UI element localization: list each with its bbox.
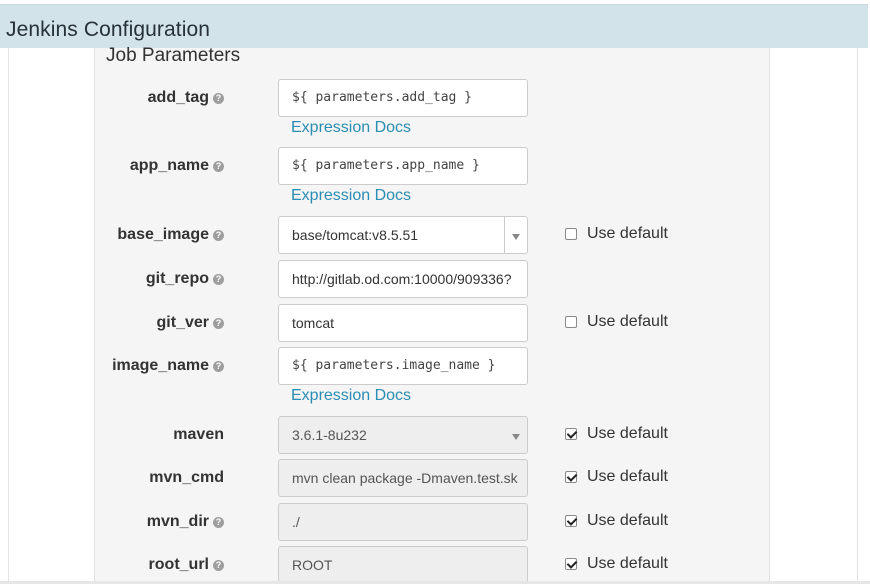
help-icon[interactable]: ? <box>213 161 224 172</box>
help-icon[interactable]: ? <box>213 93 224 104</box>
param-label-text: maven <box>173 426 224 443</box>
use-default-label: Use default <box>587 313 668 330</box>
select-value: 3.6.1-8u232 <box>292 427 367 443</box>
param-label-text: image_name <box>112 357 209 374</box>
use-default-label: Use default <box>587 225 668 242</box>
help-icon[interactable]: ? <box>213 361 224 372</box>
param-label-text: add_tag <box>147 89 209 106</box>
param-label: git_ver? <box>157 304 224 342</box>
use-default-label: Use default <box>587 555 668 572</box>
use-default-label: Use default <box>587 425 668 442</box>
param-row-add-tag: add_tag? ${ parameters.add_tag } Express… <box>0 79 870 136</box>
param-row-git-ver: git_ver? tomcat Use default <box>0 304 870 344</box>
help-icon[interactable]: ? <box>213 230 224 241</box>
param-row-mvn-dir: mvn_dir? ./ Use default <box>0 503 870 543</box>
use-default-checkbox[interactable] <box>565 515 577 527</box>
mvn-cmd-input: mvn clean package -Dmaven.test.sk <box>278 459 528 497</box>
param-label: image_name? <box>112 347 224 385</box>
param-label-text: base_image <box>117 226 209 243</box>
param-label-text: root_url <box>148 556 209 573</box>
param-row-base-image: base_image? base/tomcat:v8.5.51 Use defa… <box>0 216 870 256</box>
param-label: root_url? <box>149 546 224 584</box>
root-url-input: ROOT <box>278 546 528 584</box>
param-label: add_tag? <box>148 79 224 117</box>
use-default-toggle[interactable]: Use default <box>565 555 668 575</box>
param-label: mvn_dir? <box>147 503 224 541</box>
param-label-text: git_repo <box>145 270 209 287</box>
use-default-label: Use default <box>587 468 668 485</box>
dropdown-toggle <box>505 417 527 453</box>
param-label: app_name? <box>130 147 224 185</box>
app-name-input[interactable]: ${ parameters.app_name } <box>278 147 528 185</box>
use-default-toggle[interactable]: Use default <box>565 425 668 445</box>
mvn-dir-input: ./ <box>278 503 528 541</box>
help-icon[interactable]: ? <box>213 517 224 528</box>
git-ver-input[interactable]: tomcat <box>278 304 528 342</box>
select-value: base/tomcat:v8.5.51 <box>292 227 419 243</box>
help-icon[interactable]: ? <box>213 560 224 571</box>
base-image-select[interactable]: base/tomcat:v8.5.51 <box>278 216 528 254</box>
image-name-input[interactable]: ${ parameters.image_name } <box>278 347 528 385</box>
add-tag-input[interactable]: ${ parameters.add_tag } <box>278 79 528 117</box>
param-row-mvn-cmd: mvn_cmd mvn clean package -Dmaven.test.s… <box>0 459 870 499</box>
param-row-git-repo: git_repo? http://gitlab.od.com:10000/909… <box>0 260 870 300</box>
param-label-text: git_ver <box>156 314 209 331</box>
expression-docs-link[interactable]: Expression Docs <box>291 187 411 205</box>
use-default-toggle[interactable]: Use default <box>565 225 668 245</box>
help-icon[interactable]: ? <box>213 274 224 285</box>
param-label-text: app_name <box>129 157 209 174</box>
param-label: mvn_cmd <box>149 459 224 497</box>
use-default-checkbox[interactable] <box>565 428 577 440</box>
chevron-down-icon <box>512 234 520 240</box>
chevron-down-icon <box>512 434 520 440</box>
help-icon[interactable]: ? <box>213 318 224 329</box>
use-default-toggle[interactable]: Use default <box>565 468 668 488</box>
expression-docs-link[interactable]: Expression Docs <box>291 387 411 405</box>
param-label: git_repo? <box>146 260 224 298</box>
header-bar: Jenkins Configuration <box>0 4 868 48</box>
param-row-maven: maven 3.6.1-8u232 Use default <box>0 416 870 456</box>
use-default-toggle[interactable]: Use default <box>565 313 668 333</box>
use-default-checkbox[interactable] <box>565 316 577 328</box>
use-default-toggle[interactable]: Use default <box>565 512 668 532</box>
param-label: maven <box>173 416 224 454</box>
expression-docs-link[interactable]: Expression Docs <box>291 119 411 137</box>
param-label: base_image? <box>117 216 224 254</box>
use-default-checkbox[interactable] <box>565 471 577 483</box>
param-row-root-url: root_url? ROOT Use default <box>0 546 870 586</box>
git-repo-input[interactable]: http://gitlab.od.com:10000/909336? <box>278 260 528 298</box>
maven-select: 3.6.1-8u232 <box>278 416 528 454</box>
dropdown-toggle[interactable] <box>504 217 527 253</box>
use-default-checkbox[interactable] <box>565 558 577 570</box>
page-title: Jenkins Configuration <box>6 18 211 41</box>
use-default-checkbox[interactable] <box>565 228 577 240</box>
use-default-label: Use default <box>587 512 668 529</box>
param-label-text: mvn_cmd <box>149 469 224 486</box>
param-row-image-name: image_name? ${ parameters.image_name } E… <box>0 347 870 404</box>
param-label-text: mvn_dir <box>146 513 209 530</box>
section-title: Job Parameters <box>106 45 241 66</box>
param-row-app-name: app_name? ${ parameters.app_name } Expre… <box>0 147 870 204</box>
